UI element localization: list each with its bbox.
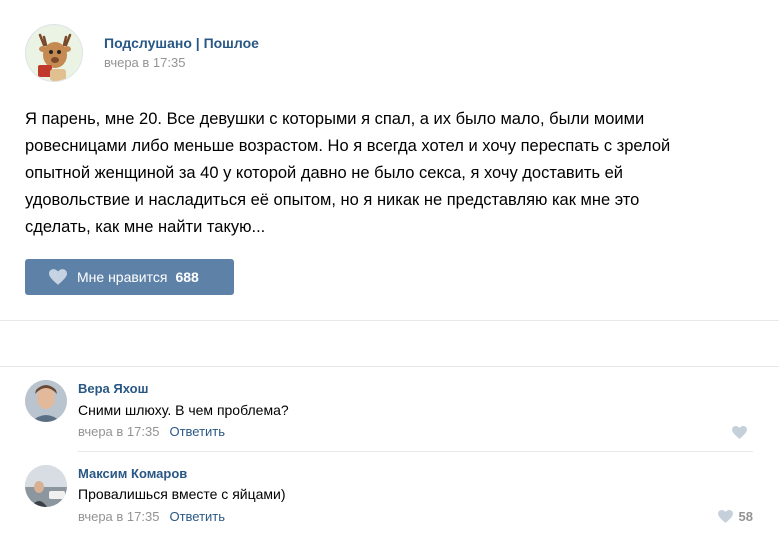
comment-text: Сними шлюху. В чем проблема? [78,402,289,418]
comment-author-link[interactable]: Максим Комаров [78,466,187,481]
comment-like-button[interactable] [732,426,753,439]
heart-icon [717,510,733,523]
comment: Вера Яхош Сними шлюху. В чем проблема? в… [0,367,779,452]
post-author-link[interactable]: Подслушано | Пошлое [104,35,259,51]
reply-link[interactable]: Ответить [169,509,225,524]
community-avatar[interactable] [25,24,83,82]
comment-timestamp[interactable]: вчера в 17:35 [78,509,159,524]
like-label: Мне нравится [77,269,168,285]
user-photo-icon [25,380,67,422]
deer-logo-icon [26,25,82,81]
comments-gap [0,321,779,366]
reply-link[interactable]: Ответить [169,424,225,439]
comment-text: Провалишься вместе с яйцами) [78,486,286,502]
user-photo-icon [25,465,67,507]
comment-like-count: 58 [738,509,753,524]
comment-meta: вчера в 17:35 Ответить [78,509,225,524]
comment-timestamp[interactable]: вчера в 17:35 [78,424,159,439]
commenter-avatar[interactable] [25,380,67,422]
post-timestamp[interactable]: вчера в 17:35 [104,55,185,70]
like-button[interactable]: Мне нравится 688 [25,259,234,295]
post: Подслушано | Пошлое вчера в 17:35 Я паре… [0,0,779,322]
comment: Максим Комаров Провалишься вместе с яйца… [0,452,779,534]
comment-meta: вчера в 17:35 Ответить [78,424,225,439]
post-text: Я парень, мне 20. Все девушки с которыми… [25,110,671,236]
heart-icon [49,269,67,285]
comment-like-button[interactable]: 58 [717,509,753,524]
comment-author-link[interactable]: Вера Яхош [78,381,148,396]
like-count: 688 [175,269,199,285]
commenter-avatar[interactable] [25,465,67,507]
heart-icon [732,426,747,439]
